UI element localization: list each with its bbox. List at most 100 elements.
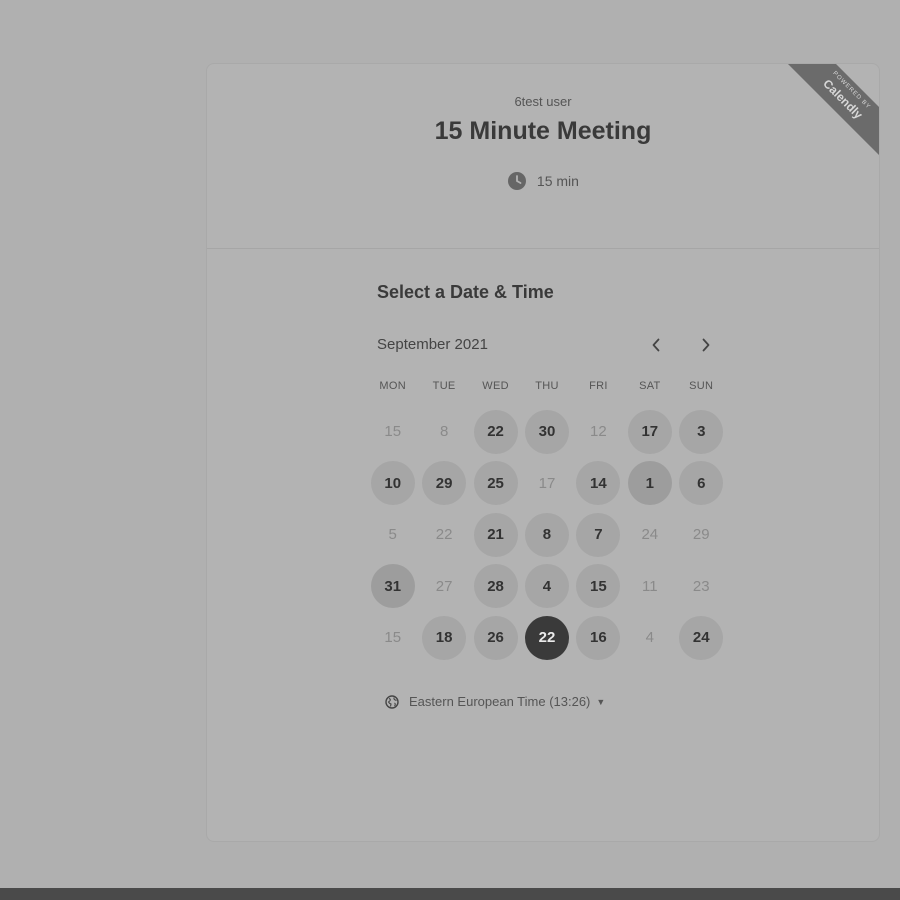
calendar-cell: 30 xyxy=(521,406,572,458)
day-button[interactable]: 1 xyxy=(627,461,672,506)
calendar-cell: 18 xyxy=(418,612,469,664)
calendar-cell: 29 xyxy=(418,458,469,510)
clock-icon xyxy=(508,172,527,190)
day-button[interactable]: 22 xyxy=(473,409,518,454)
day-unavailable: 12 xyxy=(590,423,607,441)
calendar-cell: 16 xyxy=(573,612,624,664)
selected-day-button[interactable]: 22 xyxy=(524,615,569,660)
event-duration: 15 min xyxy=(207,171,879,191)
day-button[interactable]: 3 xyxy=(679,409,724,454)
calendar-cell: 8 xyxy=(521,509,572,561)
next-month-button[interactable] xyxy=(691,330,721,360)
calendar-week-row: 15 8 22 30 12 17 3 xyxy=(367,406,727,458)
timezone-label: Eastern European Time (13:26) xyxy=(409,694,591,709)
calendar-cell: 3 xyxy=(676,406,727,458)
calendar-cell: 23 xyxy=(676,561,727,613)
calendar-cell: 8 xyxy=(418,406,469,458)
day-button[interactable]: 30 xyxy=(524,409,569,454)
calendar-cell: 21 xyxy=(470,509,521,561)
weekday-label: FRI xyxy=(589,380,608,392)
calendar-weeks: 15 8 22 30 12 17 3 10 29 25 17 14 1 6 5 22 21 8 7 24 29 31 27 2… xyxy=(367,406,727,664)
calendar-cell: 27 xyxy=(418,561,469,613)
calendar-grid: MON TUE WED THU FRI SAT SUN 15 8 22 30 12 17 3… xyxy=(367,380,727,664)
calendar-cell: 29 xyxy=(676,509,727,561)
calendar-cell: 17 xyxy=(624,406,675,458)
day-button[interactable]: 21 xyxy=(473,512,518,557)
day-button[interactable]: 25 xyxy=(473,461,518,506)
day-button[interactable]: 4 xyxy=(524,564,569,609)
weekday-label: SUN xyxy=(689,380,714,392)
calendar-cell: 14 xyxy=(573,458,624,510)
globe-icon xyxy=(385,694,399,709)
calendar-cell: 17 xyxy=(521,458,572,510)
chevron-right-icon xyxy=(702,338,710,352)
calendar-cell: 4 xyxy=(624,612,675,664)
calendar-cell: 12 xyxy=(573,406,624,458)
calendar-cell: 6 xyxy=(676,458,727,510)
calendar-cell: 7 xyxy=(573,509,624,561)
calendar-cell: 15 xyxy=(367,406,418,458)
calendar-cell: 22 xyxy=(470,406,521,458)
day-unavailable: 27 xyxy=(435,577,453,595)
day-unavailable: 17 xyxy=(538,474,556,492)
ribbon-brand: Calendly xyxy=(820,76,866,122)
calendar-cell: 22 xyxy=(418,509,469,561)
calendar-cell: 26 xyxy=(470,612,521,664)
picker-title: Select a Date & Time xyxy=(377,282,554,302)
day-button[interactable]: 10 xyxy=(370,461,415,506)
calendar-cell: 24 xyxy=(624,509,675,561)
powered-by-ribbon[interactable]: POWERED BY Calendly xyxy=(777,64,879,166)
weekday-label: MON xyxy=(379,380,406,392)
day-unavailable: 8 xyxy=(439,423,449,441)
calendar-cell: 10 xyxy=(367,458,418,510)
calendar-week-row: 5 22 21 8 7 24 29 xyxy=(367,509,727,561)
calendar-cell: 25 xyxy=(470,458,521,510)
weekday-label: WED xyxy=(482,380,509,392)
day-unavailable: 4 xyxy=(645,629,654,647)
day-unavailable: 22 xyxy=(435,526,453,544)
day-unavailable: 15 xyxy=(384,629,402,647)
weekday-label: THU xyxy=(535,380,559,392)
event-header: 6test user 15 Minute Meeting 15 min POWE… xyxy=(207,64,879,249)
calendar-cell: 24 xyxy=(676,612,727,664)
day-unavailable: 15 xyxy=(384,423,402,441)
day-button[interactable]: 18 xyxy=(422,615,467,660)
day-unavailable: 5 xyxy=(388,526,397,544)
duration-label: 15 min xyxy=(536,173,579,189)
calendar-cell: 28 xyxy=(470,561,521,613)
day-unavailable: 24 xyxy=(641,526,659,544)
weekday-label: TUE xyxy=(432,380,456,392)
day-unavailable: 23 xyxy=(692,577,710,595)
calendar-cell: 5 xyxy=(367,509,418,561)
month-label: September 2021 xyxy=(377,336,488,353)
day-button[interactable]: 16 xyxy=(576,615,621,660)
calendar-cell: 22 xyxy=(521,612,572,664)
timezone-selector[interactable]: Eastern European Time (13:26) ▼ xyxy=(385,694,605,709)
prev-month-button[interactable] xyxy=(641,330,671,360)
calendar-cell: 11 xyxy=(624,561,675,613)
booking-card: 6test user 15 Minute Meeting 15 min POWE… xyxy=(206,63,880,842)
day-button[interactable]: 14 xyxy=(576,461,621,506)
day-button[interactable]: 8 xyxy=(524,512,569,557)
day-button[interactable]: 24 xyxy=(679,615,724,660)
weekday-header-row: MON TUE WED THU FRI SAT SUN xyxy=(367,380,727,406)
day-button[interactable]: 7 xyxy=(576,512,621,557)
weekday-label: SAT xyxy=(639,380,661,392)
calendar-cell: 1 xyxy=(624,458,675,510)
chevron-left-icon xyxy=(652,338,660,352)
day-unavailable: 29 xyxy=(692,526,710,544)
day-button[interactable]: 15 xyxy=(576,564,621,609)
calendar-cell: 4 xyxy=(521,561,572,613)
day-button[interactable]: 17 xyxy=(627,409,672,454)
day-button[interactable]: 28 xyxy=(473,564,518,609)
day-button[interactable]: 6 xyxy=(679,461,724,506)
day-button[interactable]: 31 xyxy=(370,564,415,609)
day-button[interactable]: 29 xyxy=(422,461,467,506)
day-button[interactable]: 26 xyxy=(473,615,518,660)
ribbon-powered-by: POWERED BY xyxy=(831,70,872,111)
bottom-bar xyxy=(0,888,900,900)
calendar-cell: 31 xyxy=(367,561,418,613)
calendar-cell: 15 xyxy=(573,561,624,613)
caret-down-icon: ▼ xyxy=(596,696,606,707)
calendar-week-row: 31 27 28 4 15 11 23 xyxy=(367,561,727,613)
